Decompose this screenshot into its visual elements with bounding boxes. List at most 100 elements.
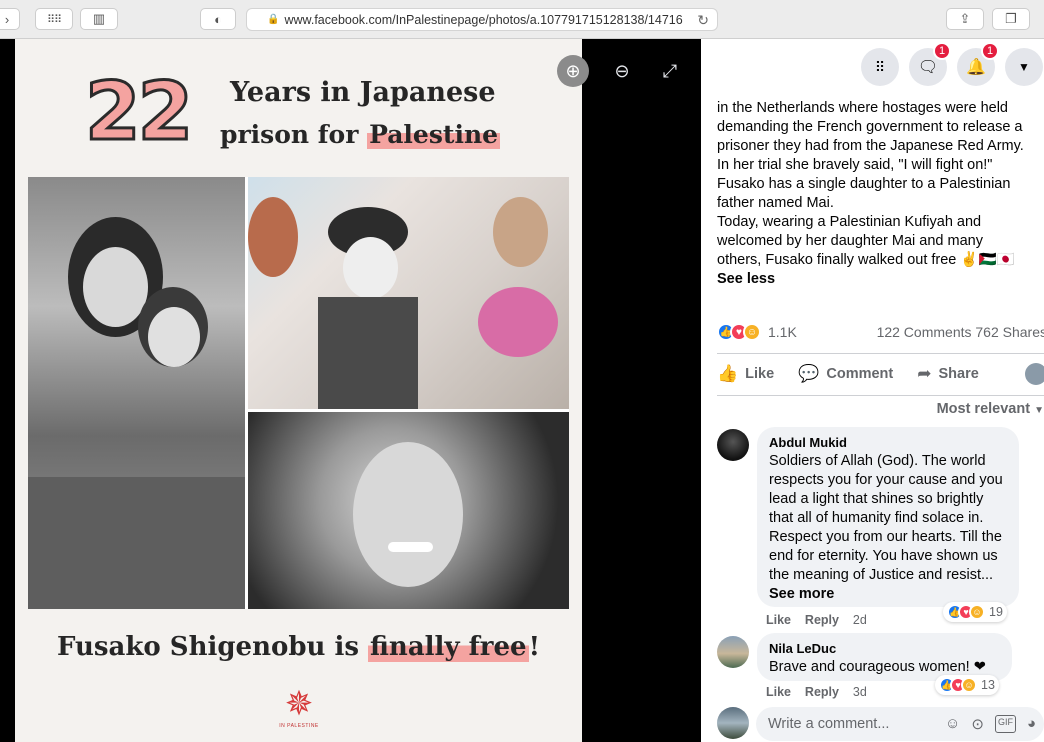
photo-number: 22 [83, 65, 194, 158]
commenter-name[interactable]: Nila LeDuc [769, 641, 1000, 656]
sort-label: Most relevant [936, 401, 1031, 417]
reaction-count[interactable]: 1.1K [768, 324, 797, 340]
comment-bubble: Nila LeDuc Brave and courageous women! ❤ [757, 633, 1012, 681]
comment-share-stats[interactable]: 122 Comments 762 Shares [877, 324, 1044, 340]
commenter-avatar[interactable] [717, 636, 749, 668]
fullscreen-button[interactable]: ⤢ [654, 55, 686, 87]
comment-reactions[interactable]: 👍 ♥ ☺ 13 [935, 675, 999, 695]
tab-overview-button[interactable]: ⠿⠿ [35, 8, 73, 30]
photo-portrait [248, 412, 569, 609]
comment-reactions[interactable]: 👍 ♥ ☺ 19 [943, 602, 1007, 622]
comment-label: Comment [826, 366, 894, 382]
grid-menu-icon: ⠿ [874, 58, 886, 75]
zoom-in-button[interactable]: ⊕ [557, 55, 589, 87]
photo-title-prefix: prison for [220, 120, 368, 149]
comment-time[interactable]: 2d [853, 613, 867, 627]
commenter-avatar[interactable] [717, 429, 749, 461]
commenter-name[interactable]: Abdul Mukid [769, 435, 1007, 450]
comment-reaction-count: 13 [981, 678, 995, 692]
url-text: www.facebook.com/InPalestinepage/photos/… [284, 12, 683, 27]
post-details-panel: in the Netherlands where hostages were h… [701, 39, 1044, 742]
haha-reaction-icon: ☺ [969, 604, 985, 620]
current-user-avatar[interactable] [717, 707, 749, 739]
comment-meta: Like Reply 3d [766, 685, 867, 699]
comment-input-icons: ☺ ⊙ GIF ◕ [945, 715, 1044, 733]
post-actions: 👍 Like 💬 Comment ➦ Share [717, 355, 1044, 393]
post-body: in the Netherlands where hostages were h… [717, 100, 1024, 268]
comment-meta: Like Reply 2d [766, 613, 867, 627]
share-label: Share [938, 366, 979, 382]
top-nav-icons: ⠿ 🗨 1 🔔 1 ▼ [701, 39, 1044, 95]
post-reactions-row: 👍 ♥ ☺ 1.1K 122 Comments 762 Shares [717, 322, 1044, 342]
messenger-button[interactable]: 🗨 1 [909, 42, 951, 86]
caption-suffix: ! [528, 632, 540, 662]
sidebar-button[interactable]: ▥ [80, 8, 118, 30]
comment-like-link[interactable]: Like [766, 613, 791, 627]
zoom-out-icon: ⊖ [614, 60, 630, 81]
photo-title-highlight: Palestine [367, 120, 501, 149]
comment-body: Soldiers of Allah (God). The world respe… [769, 453, 1003, 583]
thumbs-up-icon: 👍 [717, 364, 739, 383]
comment-button[interactable]: 💬 Comment [798, 364, 893, 384]
profile-selector-avatar[interactable] [1025, 363, 1044, 385]
address-bar[interactable]: 🔒 www.facebook.com/InPalestinepage/photo… [246, 8, 718, 31]
in-palestine-logo: ✵ IN PALESTINE [277, 685, 321, 731]
gif-icon[interactable]: GIF [994, 715, 1016, 733]
chevron-right-icon: › [4, 11, 10, 27]
see-more-link[interactable]: See more [769, 586, 834, 602]
comment-reaction-count: 19 [989, 605, 1003, 619]
camera-icon[interactable]: ⊙ [971, 715, 984, 733]
tabs-button[interactable]: ❐ [992, 8, 1030, 30]
forward-button[interactable]: › [0, 8, 20, 30]
grid-icon: ⠿⠿ [46, 13, 62, 26]
privacy-report-button[interactable]: ◐ [200, 8, 236, 30]
photo-bottom-caption: Fusako Shigenobu is finally free! [15, 632, 582, 662]
comment-like-link[interactable]: Like [766, 685, 791, 699]
comment-bubble: Abdul Mukid Soldiers of Allah (God). The… [757, 427, 1019, 607]
share-icon: ⇪ [959, 11, 971, 26]
messenger-icon: 🗨 [917, 59, 939, 76]
like-button[interactable]: 👍 Like [717, 364, 774, 384]
tabs-icon: ❐ [1005, 11, 1017, 26]
post-text: in the Netherlands where hostages were h… [717, 99, 1044, 289]
notifications-badge: 1 [981, 42, 999, 60]
share-post-button[interactable]: ➦ Share [917, 364, 979, 384]
lock-icon: 🔒 [267, 14, 280, 25]
see-less-link[interactable]: See less [717, 271, 775, 287]
comment-input[interactable]: Write a comment... ☺ ⊙ GIF ◕ [756, 707, 1044, 741]
logo-text: IN PALESTINE [279, 723, 319, 729]
sidebar-icon: ▥ [92, 11, 106, 26]
caret-down-icon: ▼ [1034, 405, 1044, 416]
bell-icon: 🔔 [966, 59, 986, 76]
expand-icon: ⤢ [662, 60, 678, 81]
comment-sort-dropdown[interactable]: Most relevant ▼ [937, 401, 1044, 417]
comment-reply-link[interactable]: Reply [805, 685, 839, 699]
photo-collage [28, 177, 569, 609]
account-button[interactable]: ▼ [1005, 48, 1043, 86]
menu-button[interactable]: ⠿ [861, 48, 899, 86]
photo-release-crowd [248, 177, 569, 409]
comment-time[interactable]: 3d [853, 685, 867, 699]
comment-reply-link[interactable]: Reply [805, 613, 839, 627]
notifications-button[interactable]: 🔔 1 [957, 42, 999, 86]
zoom-in-icon: ⊕ [565, 60, 581, 81]
comment-text: Soldiers of Allah (God). The world respe… [769, 452, 1007, 604]
care-reaction-icon: ☺ [743, 323, 761, 341]
divider [717, 395, 1044, 396]
messenger-badge: 1 [933, 42, 951, 60]
shield-icon: ◐ [214, 11, 222, 27]
divider [717, 353, 1044, 354]
share-button[interactable]: ⇪ [946, 8, 984, 30]
care-reaction-icon: ☺ [961, 677, 977, 693]
photo-title-line2: prison for Palestine [220, 120, 501, 149]
caption-highlight: finally free [368, 632, 529, 662]
like-label: Like [745, 366, 775, 382]
emoji-icon[interactable]: ☺ [945, 715, 960, 733]
post-photo[interactable]: 22 Years in Japanese prison for Palestin… [15, 39, 582, 742]
sticker-icon[interactable]: ◕ [1027, 715, 1036, 733]
embroidery-star-icon: ✵ [284, 685, 314, 723]
caption-prefix: Fusako Shigenobu is [57, 632, 369, 662]
zoom-out-button[interactable]: ⊖ [606, 55, 638, 87]
speech-bubble-icon: 💬 [798, 364, 820, 383]
reload-icon[interactable]: ↻ [697, 12, 709, 29]
